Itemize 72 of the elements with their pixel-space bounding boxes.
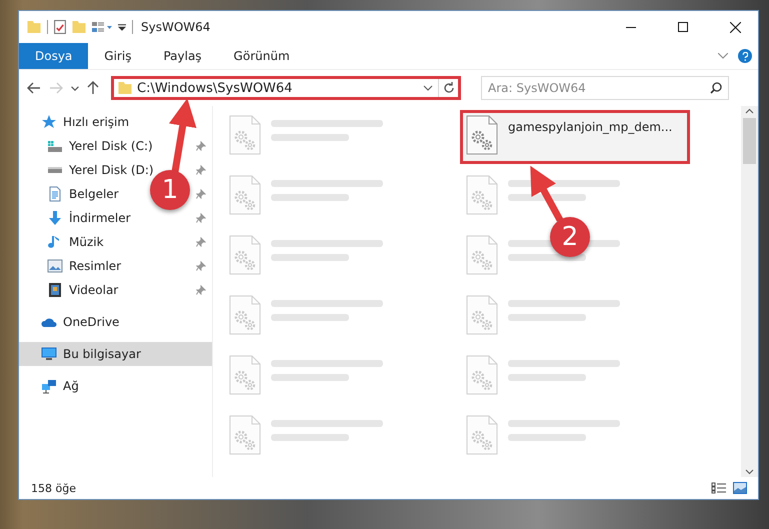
layout-caret-icon[interactable] xyxy=(92,22,112,32)
ribbon-tab[interactable]: Görünüm xyxy=(218,43,306,69)
pc-icon xyxy=(41,347,57,361)
sidebar-item[interactable]: Videolar xyxy=(47,282,118,298)
up-button[interactable] xyxy=(87,81,99,95)
pin-icon[interactable] xyxy=(196,213,206,223)
minimize-icon xyxy=(626,26,636,28)
question-mark-icon xyxy=(742,52,748,60)
ribbon-tab[interactable]: Paylaş xyxy=(147,43,218,69)
customize-caret-icon[interactable] xyxy=(118,24,126,30)
pin-icon[interactable] xyxy=(196,141,206,151)
pictures-icon xyxy=(47,259,63,273)
gear-file-icon xyxy=(229,355,261,395)
sidebar-item[interactable]: Yerel Disk (C:) xyxy=(47,139,153,153)
arrow xyxy=(530,166,564,222)
gear-file-icon xyxy=(229,235,261,275)
item-count: 158 öğe xyxy=(31,482,76,494)
properties-icon[interactable] xyxy=(54,20,66,34)
gear-file-icon xyxy=(229,175,261,215)
gear-file-icon xyxy=(466,355,498,395)
address-field[interactable]: C:\Windows\SysWOW64 xyxy=(111,76,461,100)
close-icon xyxy=(730,22,740,32)
gear-file-icon xyxy=(229,115,261,155)
search-field[interactable]: Ara: SysWOW64 xyxy=(481,76,729,100)
pin-icon[interactable] xyxy=(196,165,206,175)
sidebar-item[interactable]: Resimler xyxy=(47,259,122,273)
maximize-icon xyxy=(678,22,688,32)
dropdown-caret-icon[interactable] xyxy=(423,85,433,91)
gear-file-icon xyxy=(229,295,261,335)
cloud-icon xyxy=(41,316,57,328)
help-button[interactable] xyxy=(738,49,752,63)
star-icon xyxy=(41,114,57,130)
pin-icon[interactable] xyxy=(196,237,206,247)
ribbon-tab[interactable]: Giriş xyxy=(88,43,148,69)
pin-icon[interactable] xyxy=(196,189,206,199)
network-icon xyxy=(41,378,57,394)
gear-file-icon xyxy=(466,415,498,455)
scroll-thumb[interactable] xyxy=(743,118,756,164)
folder-icon xyxy=(27,21,41,33)
search-icon xyxy=(710,82,722,94)
gear-file-icon xyxy=(466,235,498,275)
gear-file-icon xyxy=(466,115,498,155)
drive-icon xyxy=(47,166,63,174)
pin-icon[interactable] xyxy=(196,285,206,295)
docs-icon xyxy=(47,186,63,202)
drive-c-icon xyxy=(47,140,63,152)
sidebar-item[interactable]: Müzik xyxy=(47,234,104,250)
chevron-down-icon[interactable] xyxy=(718,53,728,59)
tiles-view-button[interactable] xyxy=(730,482,750,494)
folder-icon xyxy=(118,82,132,94)
sidebar-item[interactable]: Belgeler xyxy=(47,186,119,202)
sidebar-item[interactable]: OneDrive xyxy=(41,315,120,329)
sidebar-item[interactable]: İndirmeler xyxy=(47,210,131,226)
gear-file-icon xyxy=(229,415,261,455)
sidebar-item[interactable]: Bu bilgisayar xyxy=(19,342,212,366)
scrollbar[interactable] xyxy=(741,106,758,477)
videos-icon xyxy=(47,282,63,298)
ribbon-tab[interactable]: Dosya xyxy=(19,43,88,69)
file-item[interactable]: gamespylanjoin_mp_dem... xyxy=(462,112,688,162)
file-name: gamespylanjoin_mp_dem... xyxy=(508,120,672,134)
scroll-up-button[interactable] xyxy=(745,106,754,116)
sidebar-item[interactable]: Hızlı erişim xyxy=(41,114,130,130)
download-icon xyxy=(47,210,63,226)
gear-file-icon xyxy=(466,295,498,335)
back-button[interactable] xyxy=(27,82,41,94)
gear-file-icon xyxy=(466,175,498,215)
window-title: SysWOW64 xyxy=(141,20,210,34)
recent-dropdown-button[interactable] xyxy=(71,86,79,90)
sidebar-item[interactable]: Ağ xyxy=(41,378,79,394)
scroll-down-button[interactable] xyxy=(745,467,754,477)
refresh-icon xyxy=(442,82,454,94)
pin-icon[interactable] xyxy=(196,261,206,271)
